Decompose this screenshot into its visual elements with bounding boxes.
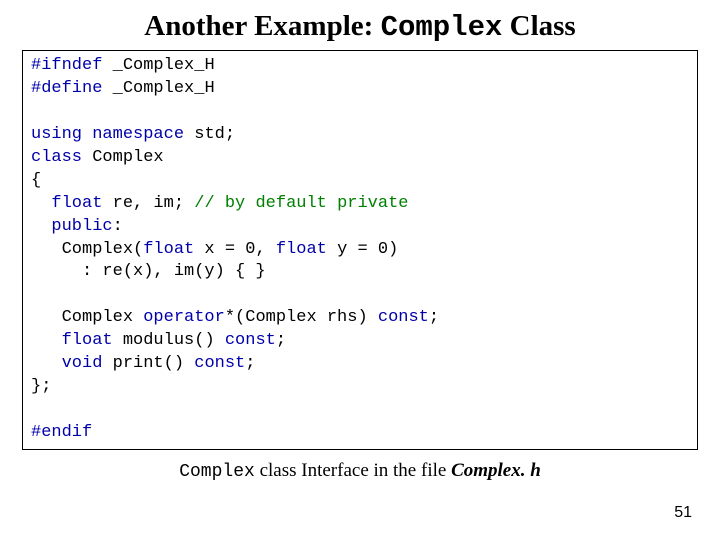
code-text: y = 0) xyxy=(327,240,398,259)
code-box: #ifndef _Complex_H #define _Complex_H us… xyxy=(22,50,698,450)
code-text: modulus() xyxy=(113,331,225,350)
code-kw: public xyxy=(51,217,112,236)
code-text: Complex( xyxy=(31,240,143,259)
code-kw: #endif xyxy=(31,423,92,442)
caption-mid: class Interface in the file xyxy=(255,460,451,481)
code-comment: // by default private xyxy=(194,194,408,213)
code-text: ; xyxy=(245,354,255,373)
page-number: 51 xyxy=(674,504,692,522)
caption: Complex class Interface in the file Comp… xyxy=(22,460,698,482)
code-kw: float xyxy=(62,331,113,350)
slide: Another Example: Complex Class #ifndef _… xyxy=(0,0,720,540)
code-text xyxy=(31,194,51,213)
code-kw: operator xyxy=(143,308,225,327)
code-kw: const xyxy=(194,354,245,373)
code-text: Complex xyxy=(82,148,164,167)
slide-title: Another Example: Complex Class xyxy=(22,10,698,44)
code-text: : xyxy=(113,217,123,236)
code-kw: #ifndef xyxy=(31,56,102,75)
code-kw: using xyxy=(31,125,82,144)
code-text: x = 0, xyxy=(194,240,276,259)
code-text: std; xyxy=(184,125,235,144)
title-post: Class xyxy=(502,10,575,42)
code-text: _Complex_H xyxy=(102,56,214,75)
code-text: print() xyxy=(102,354,194,373)
code-kw: float xyxy=(143,240,194,259)
code-text: _Complex_H xyxy=(102,79,214,98)
code-text: re, im; xyxy=(102,194,194,213)
code-text xyxy=(31,354,62,373)
caption-mono: Complex xyxy=(179,462,255,482)
code-text: : re(x), im(y) { } xyxy=(31,262,266,281)
code-text: { xyxy=(31,171,41,190)
code-kw: class xyxy=(31,148,82,167)
code-text: ; xyxy=(276,331,286,350)
code-kw: float xyxy=(276,240,327,259)
code-kw: const xyxy=(378,308,429,327)
code-text xyxy=(31,217,51,236)
caption-filename: Complex. h xyxy=(451,460,541,481)
code-kw: const xyxy=(225,331,276,350)
code-text xyxy=(31,331,62,350)
code-text xyxy=(82,125,92,144)
code-text: }; xyxy=(31,377,51,396)
code-text: Complex xyxy=(31,308,143,327)
code-kw: float xyxy=(51,194,102,213)
code-kw: #define xyxy=(31,79,102,98)
title-mono: Complex xyxy=(381,11,503,44)
title-pre: Another Example: xyxy=(144,10,380,42)
code-kw: void xyxy=(62,354,103,373)
code-text: *(Complex rhs) xyxy=(225,308,378,327)
code-kw: namespace xyxy=(92,125,184,144)
code-text: ; xyxy=(429,308,439,327)
